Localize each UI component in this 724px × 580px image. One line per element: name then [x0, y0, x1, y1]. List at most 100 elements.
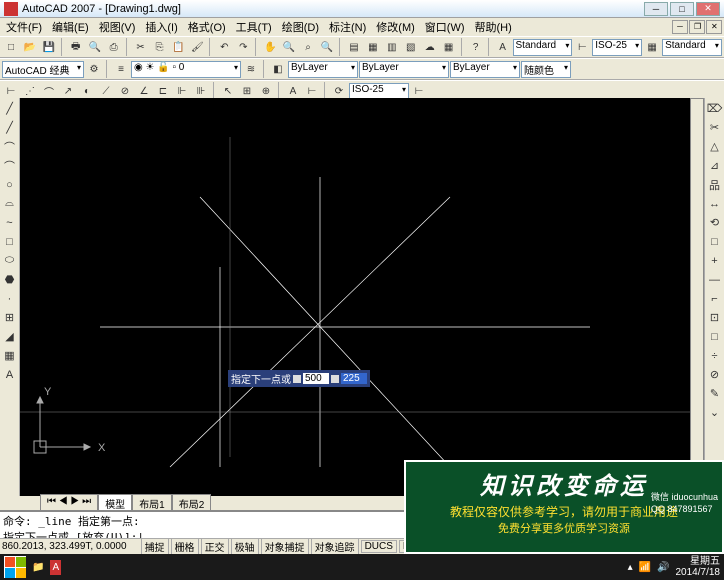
draw-tool-9[interactable]: ⬣ — [1, 271, 18, 288]
modify-tool-4[interactable]: 品 — [706, 176, 723, 193]
grid-toggle[interactable]: 栅格 — [171, 538, 199, 555]
props-icon[interactable]: ▤ — [345, 38, 363, 56]
doc-minimize-button[interactable]: ─ — [672, 20, 688, 34]
workspace-combo[interactable]: AutoCAD 经典 — [2, 61, 84, 78]
draw-tool-3[interactable]: ⌒ — [1, 157, 18, 174]
modify-tool-9[interactable]: — — [706, 271, 723, 288]
modify-tool-11[interactable]: ⊡ — [706, 309, 723, 326]
modify-tool-1[interactable]: ✂ — [706, 119, 723, 136]
save-icon[interactable]: 💾 — [40, 38, 58, 56]
polar-toggle[interactable]: 极轴 — [231, 538, 259, 555]
drawing-canvas[interactable]: X Y 指定下一点或 500 225 — [20, 98, 704, 496]
task-autocad-icon[interactable]: A — [50, 560, 61, 575]
snap-toggle[interactable]: 捕捉 — [141, 538, 169, 555]
publish-icon[interactable]: ⎙ — [105, 38, 123, 56]
markup-icon[interactable]: ☁ — [421, 38, 439, 56]
layer-combo[interactable]: ◉ ☀ 🔓 ▫ 0 — [131, 61, 241, 78]
menu-help[interactable]: 帮助(H) — [471, 18, 516, 36]
match-icon[interactable]: 🖌 — [188, 38, 206, 56]
vertical-scrollbar[interactable] — [690, 98, 704, 482]
ssm-icon[interactable]: ▧ — [402, 38, 420, 56]
modify-tool-3[interactable]: ⊿ — [706, 157, 723, 174]
draw-tool-12[interactable]: ◢ — [1, 328, 18, 345]
tray-volume-icon[interactable]: 🔊 — [657, 562, 669, 573]
linetype-combo[interactable]: ByLayer — [359, 61, 449, 78]
zoom-prev-icon[interactable]: 🔍 — [318, 38, 336, 56]
toolpal-icon[interactable]: ▥ — [383, 38, 401, 56]
plotstyle-combo[interactable]: 随颜色 — [521, 61, 571, 78]
draw-tool-10[interactable]: · — [1, 290, 18, 307]
color-icon[interactable]: ◧ — [269, 60, 287, 78]
ducs-toggle[interactable]: DUCS — [361, 540, 397, 553]
modify-tool-13[interactable]: ÷ — [706, 347, 723, 364]
preview-icon[interactable]: 🔍 — [86, 38, 104, 56]
draw-tool-0[interactable]: ╱ — [1, 100, 18, 117]
layer-mgr-icon[interactable]: ≡ — [112, 60, 130, 78]
modify-tool-16[interactable]: ⌄ — [706, 404, 723, 421]
color-combo[interactable]: ByLayer — [288, 61, 358, 78]
menu-edit[interactable]: 编辑(E) — [48, 18, 93, 36]
tablestyle-combo[interactable]: Standard — [662, 39, 722, 56]
help-icon[interactable]: ? — [467, 38, 485, 56]
draw-tool-7[interactable]: □ — [1, 233, 18, 250]
draw-tool-4[interactable]: ○ — [1, 176, 18, 193]
new-icon[interactable]: □ — [2, 38, 20, 56]
menu-draw[interactable]: 绘图(D) — [278, 18, 323, 36]
ortho-toggle[interactable]: 正交 — [201, 538, 229, 555]
menu-tools[interactable]: 工具(T) — [232, 18, 276, 36]
redo-icon[interactable]: ↷ — [234, 38, 252, 56]
ws-settings-icon[interactable]: ⚙ — [85, 60, 103, 78]
draw-tool-13[interactable]: ▦ — [1, 347, 18, 364]
zoom-win-icon[interactable]: ⌕ — [299, 38, 317, 56]
modify-tool-7[interactable]: □ — [706, 233, 723, 250]
osnap-toggle[interactable]: 对象捕捉 — [261, 538, 309, 555]
tablestyle-icon[interactable]: ▦ — [643, 38, 661, 56]
pan-icon[interactable]: ✋ — [261, 38, 279, 56]
modify-tool-6[interactable]: ⟲ — [706, 214, 723, 231]
modify-tool-15[interactable]: ✎ — [706, 385, 723, 402]
menu-view[interactable]: 视图(V) — [95, 18, 140, 36]
copy-icon[interactable]: ⎘ — [151, 38, 169, 56]
modify-tool-10[interactable]: ⌐ — [706, 290, 723, 307]
menu-modify[interactable]: 修改(M) — [372, 18, 419, 36]
open-icon[interactable]: 📂 — [21, 38, 39, 56]
draw-tool-6[interactable]: ~ — [1, 214, 18, 231]
dynamic-input-angle[interactable]: 225 — [341, 373, 367, 384]
modify-tool-12[interactable]: □ — [706, 328, 723, 345]
zoom-rt-icon[interactable]: 🔍 — [280, 38, 298, 56]
dim-style-combo[interactable]: ISO-25 — [349, 83, 409, 100]
cut-icon[interactable]: ✂ — [132, 38, 150, 56]
dimstyle-combo[interactable]: ISO-25 — [592, 39, 642, 56]
task-explorer-icon[interactable]: 📁 — [32, 562, 44, 573]
menu-format[interactable]: 格式(O) — [184, 18, 230, 36]
start-button[interactable] — [4, 556, 26, 578]
draw-tool-5[interactable]: ⌓ — [1, 195, 18, 212]
textstyle-combo[interactable]: Standard — [513, 39, 573, 56]
textstyle-icon[interactable]: A — [494, 38, 512, 56]
dynamic-input-dist[interactable]: 500 — [303, 373, 329, 384]
doc-close-button[interactable]: ✕ — [706, 20, 722, 34]
calc-icon[interactable]: ▦ — [440, 38, 458, 56]
print-icon[interactable]: 🖶 — [67, 38, 85, 56]
tray-up-icon[interactable]: ▴ — [628, 562, 633, 573]
doc-restore-button[interactable]: ❐ — [689, 20, 705, 34]
minimize-button[interactable]: ─ — [644, 2, 668, 16]
otrack-toggle[interactable]: 对象追踪 — [311, 538, 359, 555]
draw-tool-11[interactable]: ⊞ — [1, 309, 18, 326]
draw-tool-8[interactable]: ⬭ — [1, 252, 18, 269]
menu-window[interactable]: 窗口(W) — [421, 18, 469, 36]
maximize-button[interactable]: □ — [670, 2, 694, 16]
draw-tool-14[interactable]: A — [1, 366, 18, 383]
dynamic-input[interactable]: 指定下一点或 500 225 — [228, 370, 370, 387]
paste-icon[interactable]: 📋 — [170, 38, 188, 56]
modify-tool-8[interactable]: + — [706, 252, 723, 269]
modify-tool-5[interactable]: ↔ — [706, 195, 723, 212]
dcenter-icon[interactable]: ▦ — [364, 38, 382, 56]
layer-prev-icon[interactable]: ≋ — [242, 60, 260, 78]
modify-tool-0[interactable]: ⌦ — [706, 100, 723, 117]
modify-tool-2[interactable]: △ — [706, 138, 723, 155]
lineweight-combo[interactable]: ByLayer — [450, 61, 520, 78]
windows-taskbar[interactable]: 📁 A ▴ 📶 🔊 星期五 2014/7/18 — [0, 554, 724, 580]
menu-file[interactable]: 文件(F) — [2, 18, 46, 36]
draw-tool-1[interactable]: ╱ — [1, 119, 18, 136]
